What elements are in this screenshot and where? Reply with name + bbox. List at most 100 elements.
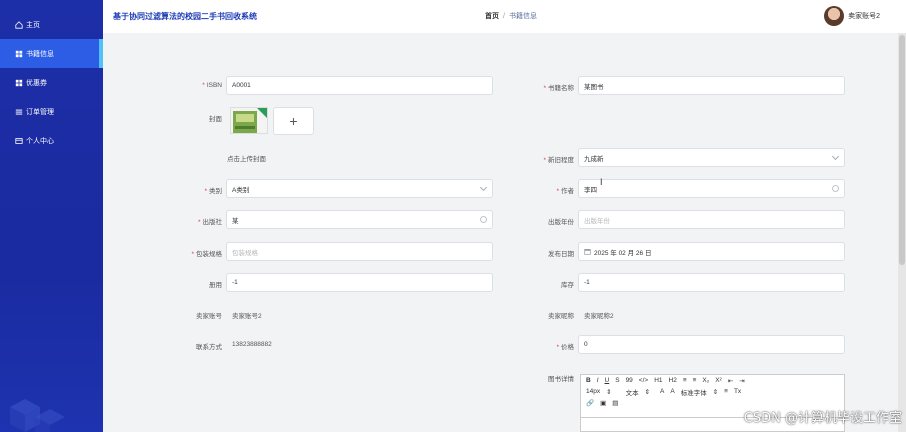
text-cursor-icon: I [600,177,603,187]
watermark: CSDN @计算机毕设工作室 [743,411,902,426]
card-icon [15,137,23,144]
italic-button[interactable]: I [597,377,599,384]
editor-toolbar-row-2: 14px ⇕ 文本 ⇕ A A 标准字体 ⇕ ≡ Tx [581,386,844,397]
font-family-arrow-icon[interactable]: ⇕ [713,388,718,396]
category-label: * 类别 [204,188,222,195]
chevron-down-icon [479,183,488,192]
isbn-label: * ISBN [202,82,222,89]
publish-year-label: 出版年份 [548,219,574,226]
top-bar: 基于协同过滤算法的校园二手书回收系统 首页 / 书籍信息 卖家账号2 [103,0,906,33]
sidebar-item-label: 主页 [26,21,40,29]
clear-icon[interactable] [832,185,839,192]
release-date-label: 发布日期 [548,251,574,258]
home-icon [15,20,23,29]
condition-select[interactable]: 九成新 [578,148,845,167]
avatar[interactable] [824,6,845,26]
contact-label: 联系方式 [196,344,222,351]
chevron-down-icon [831,152,840,161]
font-color-button[interactable]: A [660,388,664,395]
price-input[interactable]: 0 [578,335,845,354]
calendar-icon [584,249,591,255]
sidebar-item-label: 优惠券 [26,79,47,87]
price-label: * 价格 [556,344,574,351]
bold-button[interactable]: B [586,377,591,384]
h2-button[interactable]: H2 [669,377,677,384]
sidebar-item-orders[interactable]: 订单管理 [0,97,103,126]
scrollbar-thumb[interactable] [899,35,905,265]
clear-format-button[interactable]: Tx [734,388,741,395]
font-family-select[interactable]: 标准字体 [681,387,707,397]
strike-button[interactable]: S [615,377,619,384]
text-type-select[interactable]: 文本 [626,387,639,397]
breadcrumb-separator: / [503,13,505,20]
publisher-label: * 出版社 [197,219,222,226]
clear-icon[interactable] [480,216,487,223]
cover-label: 封面 [209,116,222,123]
sidebar-item-home[interactable]: 主页 [0,10,103,39]
author-label: * 作者 [556,188,574,195]
publisher-input[interactable]: 某 [226,210,493,229]
superscript-button[interactable]: X² [715,377,722,384]
video-button[interactable]: ▤ [612,399,618,407]
stock-label: 库存 [561,282,574,289]
grid-icon [15,50,23,57]
sidebar-item-label: 书籍信息 [26,50,54,58]
font-size-arrow-icon[interactable]: ⇕ [606,388,611,396]
font-size-select[interactable]: 14px [586,388,600,395]
code-button[interactable]: </> [639,377,648,384]
seller-nickname-label: 卖家昵称 [548,313,574,320]
h1-button[interactable]: H1 [654,377,662,384]
book-name-label: * 书籍名称 [543,85,574,92]
bullet-list-button[interactable]: ≡ [693,377,697,384]
breadcrumb: 首页 / 书籍信息 [485,11,537,21]
isbn-input[interactable]: A0001 [226,76,493,95]
release-date-picker[interactable]: 2025 年 02 月 26 日 [578,242,845,261]
condition-label: * 新旧程度 [543,157,574,164]
publish-year-input[interactable]: 出版年份 [578,210,845,229]
add-cover-button[interactable]: + [273,107,314,135]
quote-button[interactable]: 99 [626,377,633,384]
sidebar-item-profile[interactable]: 个人中心 [0,126,103,155]
seller-account-value: 卖家账号2 [232,313,262,320]
app-title: 基于协同过滤算法的校园二手书回收系统 [113,12,257,21]
sidebar-item-label: 订单管理 [26,108,54,116]
sidebar: 主页 书籍信息 优惠券 订单管理 个人中心 [0,0,103,432]
user-name: 卖家账号2 [848,13,880,20]
link-button[interactable]: 🔗 [586,399,594,407]
seller-account-label: 卖家账号 [196,313,222,320]
grid-icon [15,79,23,86]
sidebar-item-books[interactable]: 书籍信息 [0,39,103,68]
indent-button[interactable]: ⇥ [739,377,744,385]
user-menu[interactable]: 卖家账号2 [824,6,880,26]
seller-nickname-value: 卖家昵称2 [584,313,614,320]
upload-cover-hint: 点击上传封面 [227,156,266,163]
author-input[interactable]: 李四 [578,179,845,198]
cover-image [231,108,267,133]
book-name-input[interactable]: 某图书 [578,76,845,95]
outdent-button[interactable]: ⇤ [728,377,733,385]
scrollbar[interactable] [898,33,906,432]
details-label: 图书详情 [548,376,574,383]
image-button[interactable]: ▣ [600,399,606,407]
breadcrumb-home[interactable]: 首页 [485,13,499,20]
background-color-button[interactable]: A [670,388,674,395]
ordered-list-button[interactable]: ≡ [683,377,687,384]
breadcrumb-current: 书籍信息 [508,13,537,20]
subscript-button[interactable]: X₂ [702,377,709,384]
stock-input[interactable]: -1 [578,273,845,292]
sidebar-item-label: 个人中心 [26,137,54,145]
align-button[interactable]: ≡ [724,388,728,395]
text-type-arrow-icon[interactable]: ⇕ [645,388,650,396]
category-select[interactable]: A类别 [226,179,493,198]
cover-thumbnail[interactable] [230,107,268,134]
volumes-input[interactable]: -1 [226,273,493,292]
volumes-label: 册用 [209,282,222,289]
underline-button[interactable]: U [605,377,610,384]
decorative-cubes [10,399,65,432]
packaging-input[interactable]: 包装规格 [226,242,493,261]
list-icon [15,109,23,115]
packaging-label: * 包装规格 [191,251,222,258]
sidebar-item-coupons[interactable]: 优惠券 [0,68,103,97]
contact-value: 13823888882 [232,341,272,348]
editor-toolbar-row-1: B I U S 99 </> H1 H2 ≡ ≡ X₂ X² ⇤ ⇥ [581,375,844,386]
